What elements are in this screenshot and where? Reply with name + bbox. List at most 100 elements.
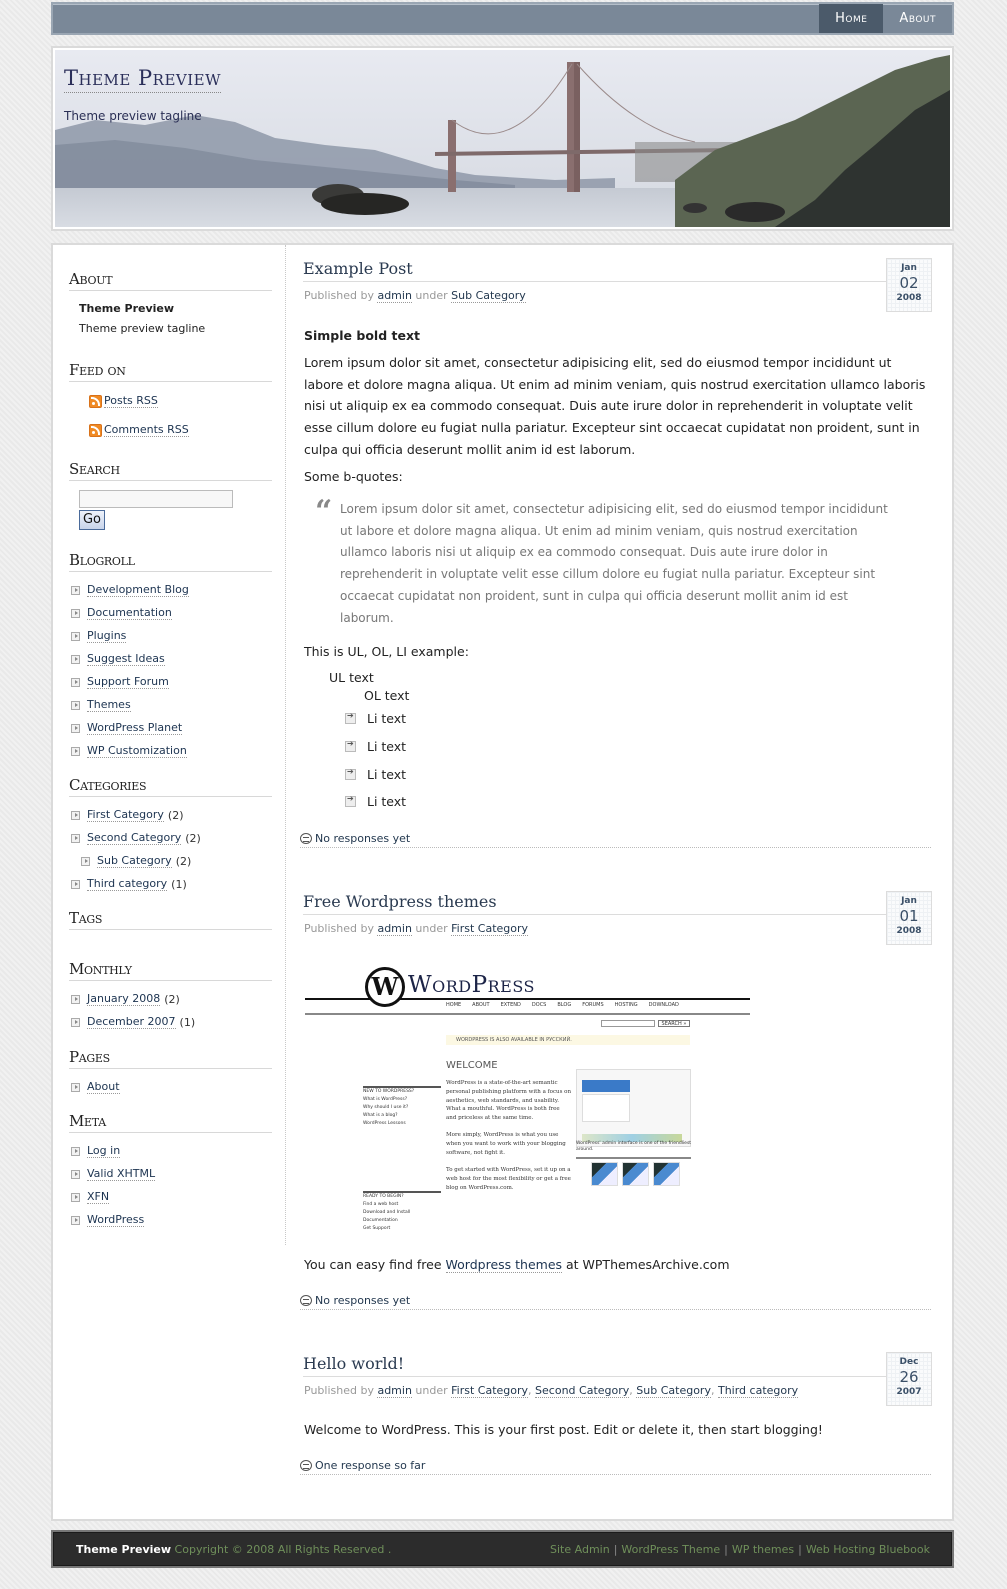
post-paragraph: Lorem ipsum dolor sit amet, consectetur … — [304, 355, 926, 457]
blogroll-link[interactable]: WordPress Planet — [87, 721, 183, 735]
feed-posts-rss[interactable]: Posts RSS — [89, 394, 158, 408]
wordpress-themes-link[interactable]: Wordpress themes — [445, 1257, 563, 1273]
comments-link[interactable]: No responses yet — [300, 832, 931, 848]
about-name: Theme Preview — [79, 302, 175, 315]
wp-side-item: Get Support — [363, 1226, 391, 1231]
footer-link-site-admin[interactable]: Site Admin — [550, 1543, 610, 1556]
widget-title-about: About — [69, 270, 272, 291]
comment-bubble-icon — [300, 1460, 312, 1471]
comments-link[interactable]: No responses yet — [300, 1294, 931, 1310]
blogroll-item[interactable]: Support Forum — [71, 675, 169, 689]
category-link[interactable]: Third category — [87, 877, 168, 891]
category-link[interactable]: Sub Category — [636, 1384, 711, 1398]
category-link[interactable]: Second Category — [535, 1384, 630, 1398]
meta-item[interactable]: Valid XHTML — [71, 1167, 156, 1181]
rss-icon — [89, 423, 102, 437]
category-item[interactable]: Second Category (2) — [71, 831, 201, 845]
category-link[interactable]: First Category — [87, 808, 164, 822]
header-image: Theme Preview Theme preview tagline — [55, 50, 950, 227]
widget-title-pages: Pages — [69, 1048, 272, 1069]
category-link[interactable]: Third category — [717, 1384, 799, 1398]
meta-link[interactable]: Valid XHTML — [87, 1167, 156, 1181]
wp-body-1: WordPress is a state-of-the-art semantic… — [446, 1080, 572, 1122]
wp-admin-preview — [576, 1069, 691, 1147]
archive-link[interactable]: December 2007 — [87, 1015, 176, 1029]
comments-text[interactable]: One response so far — [315, 1459, 425, 1472]
comments-text[interactable]: No responses yet — [315, 1294, 410, 1307]
posts-rss-link[interactable]: Posts RSS — [104, 394, 158, 408]
blogroll-item[interactable]: Documentation — [71, 606, 172, 620]
author-link[interactable]: admin — [377, 1384, 412, 1398]
comments-link[interactable]: One response so far — [300, 1459, 931, 1475]
nav-tab-about[interactable]: About — [883, 4, 952, 33]
archive-item[interactable]: December 2007 (1) — [71, 1015, 195, 1029]
meta-link[interactable]: XFN — [87, 1190, 110, 1204]
quote-mark-icon: “ — [315, 494, 333, 529]
footer-link-web-hosting[interactable]: Web Hosting Bluebook — [806, 1543, 930, 1556]
blogroll-link[interactable]: Plugins — [87, 629, 127, 643]
bullet-icon — [71, 833, 80, 843]
category-item[interactable]: Sub Category (2) — [81, 854, 191, 868]
blogroll-item[interactable]: Suggest Ideas — [71, 652, 165, 666]
post-title[interactable]: Free Wordpress themes — [303, 892, 886, 915]
wp-side-item: Documentation — [363, 1218, 398, 1223]
blogroll-link[interactable]: Documentation — [87, 606, 172, 620]
search-input[interactable] — [79, 490, 233, 508]
nav-tab-home[interactable]: Home — [819, 4, 884, 33]
post-date: Jan 01 2008 — [886, 891, 932, 945]
footer-link-wordpress-theme[interactable]: WordPress Theme — [621, 1543, 720, 1556]
bquotes-label: Some b-quotes: — [304, 469, 403, 484]
category-link[interactable]: First Category — [451, 922, 529, 936]
feed-comments-rss[interactable]: Comments RSS — [89, 423, 189, 437]
meta-item[interactable]: Log in — [71, 1144, 121, 1158]
post-date: Jan 02 2008 — [886, 258, 932, 312]
bullet-icon — [81, 856, 90, 866]
category-link[interactable]: Sub Category — [97, 854, 172, 868]
blogroll-item[interactable]: Development Blog — [71, 583, 189, 597]
under-label: under — [415, 1384, 448, 1397]
category-link[interactable]: First Category — [451, 1384, 529, 1398]
meta-link[interactable]: WordPress — [87, 1213, 145, 1227]
list-item-text: Li text — [367, 794, 407, 809]
post-title[interactable]: Hello world! — [303, 1354, 886, 1377]
wp-nav-item: DOWNLOAD — [648, 1002, 679, 1008]
meta-item[interactable]: WordPress — [71, 1213, 145, 1227]
wp-nav-item: EXTEND — [500, 1002, 521, 1008]
category-link[interactable]: Second Category — [87, 831, 182, 845]
archive-item[interactable]: January 2008 (2) — [71, 992, 180, 1006]
blogroll-link[interactable]: Themes — [87, 698, 131, 712]
page-link[interactable]: About — [87, 1080, 120, 1094]
blogroll-item[interactable]: Plugins — [71, 629, 127, 643]
comments-text[interactable]: No responses yet — [315, 832, 410, 845]
blogroll-item[interactable]: WP Customization — [71, 744, 187, 758]
site-title[interactable]: Theme Preview — [64, 66, 222, 93]
wp-admin-grid — [582, 1094, 630, 1122]
archive-link[interactable]: January 2008 — [87, 992, 161, 1006]
wp-side-item: Why should I use it? — [363, 1105, 409, 1110]
footer-link-wp-themes[interactable]: WP themes — [732, 1543, 794, 1556]
meta-item[interactable]: XFN — [71, 1190, 110, 1204]
blogroll-link[interactable]: WP Customization — [87, 744, 187, 758]
wp-side-1: NEW TO WORDPRESS? What is WordPress? Why… — [363, 1086, 441, 1128]
meta-link[interactable]: Log in — [87, 1144, 121, 1158]
page-item[interactable]: About — [71, 1080, 120, 1094]
comment-bubble-icon — [300, 1295, 312, 1306]
author-link[interactable]: admin — [377, 289, 412, 303]
search-go-button[interactable]: Go — [79, 510, 105, 530]
site-footer: Theme Preview Copyright © 2008 All Right… — [51, 1530, 954, 1568]
category-link[interactable]: Sub Category — [451, 289, 526, 303]
blogroll-link[interactable]: Development Blog — [87, 583, 189, 597]
comments-rss-link[interactable]: Comments RSS — [104, 423, 189, 437]
blogroll-link[interactable]: Support Forum — [87, 675, 169, 689]
category-item[interactable]: Third category (1) — [71, 877, 187, 891]
published-by-label: Published by — [304, 289, 374, 302]
wordpress-screenshot: W WordPress HOME ABOUT EXTEND DOCS BLOG … — [305, 961, 750, 1243]
author-link[interactable]: admin — [377, 922, 412, 936]
blogroll-link[interactable]: Suggest Ideas — [87, 652, 165, 666]
blogroll-item[interactable]: WordPress Planet — [71, 721, 183, 735]
post-title[interactable]: Example Post — [303, 259, 886, 282]
blogroll-item[interactable]: Themes — [71, 698, 131, 712]
wp-notice: WORDPRESS IS ALSO AVAILABLE IN РУССКИЙ. — [446, 1035, 690, 1045]
category-item[interactable]: First Category (2) — [71, 808, 184, 822]
under-label: under — [415, 922, 448, 935]
